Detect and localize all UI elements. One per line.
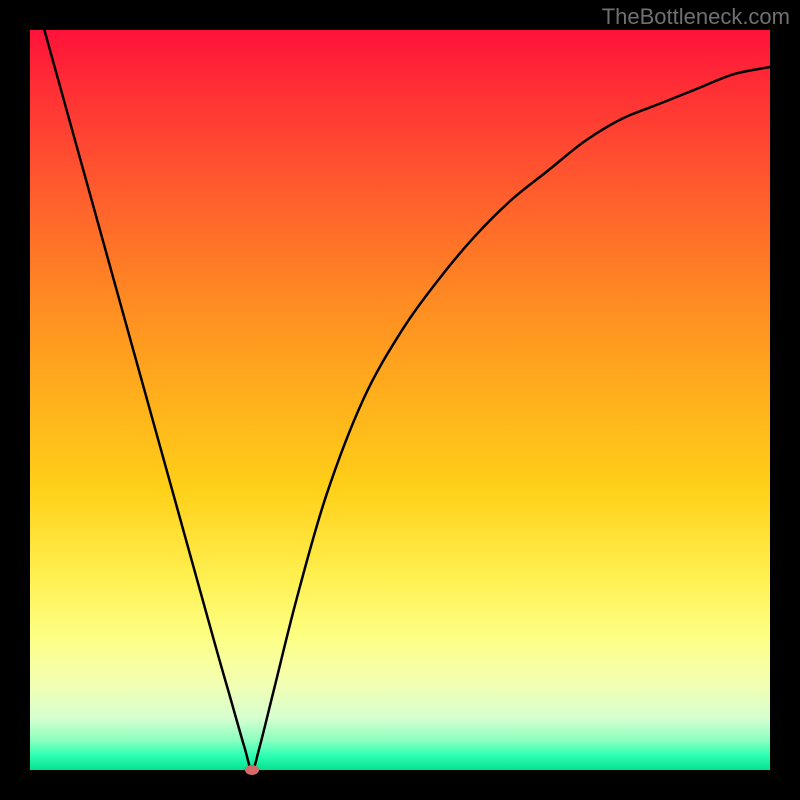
chart-frame: TheBottleneck.com <box>0 0 800 800</box>
bottleneck-curve <box>30 30 770 770</box>
plot-area <box>30 30 770 770</box>
curve-path <box>30 30 770 770</box>
optimal-marker <box>245 765 259 775</box>
watermark-text: TheBottleneck.com <box>602 4 790 30</box>
